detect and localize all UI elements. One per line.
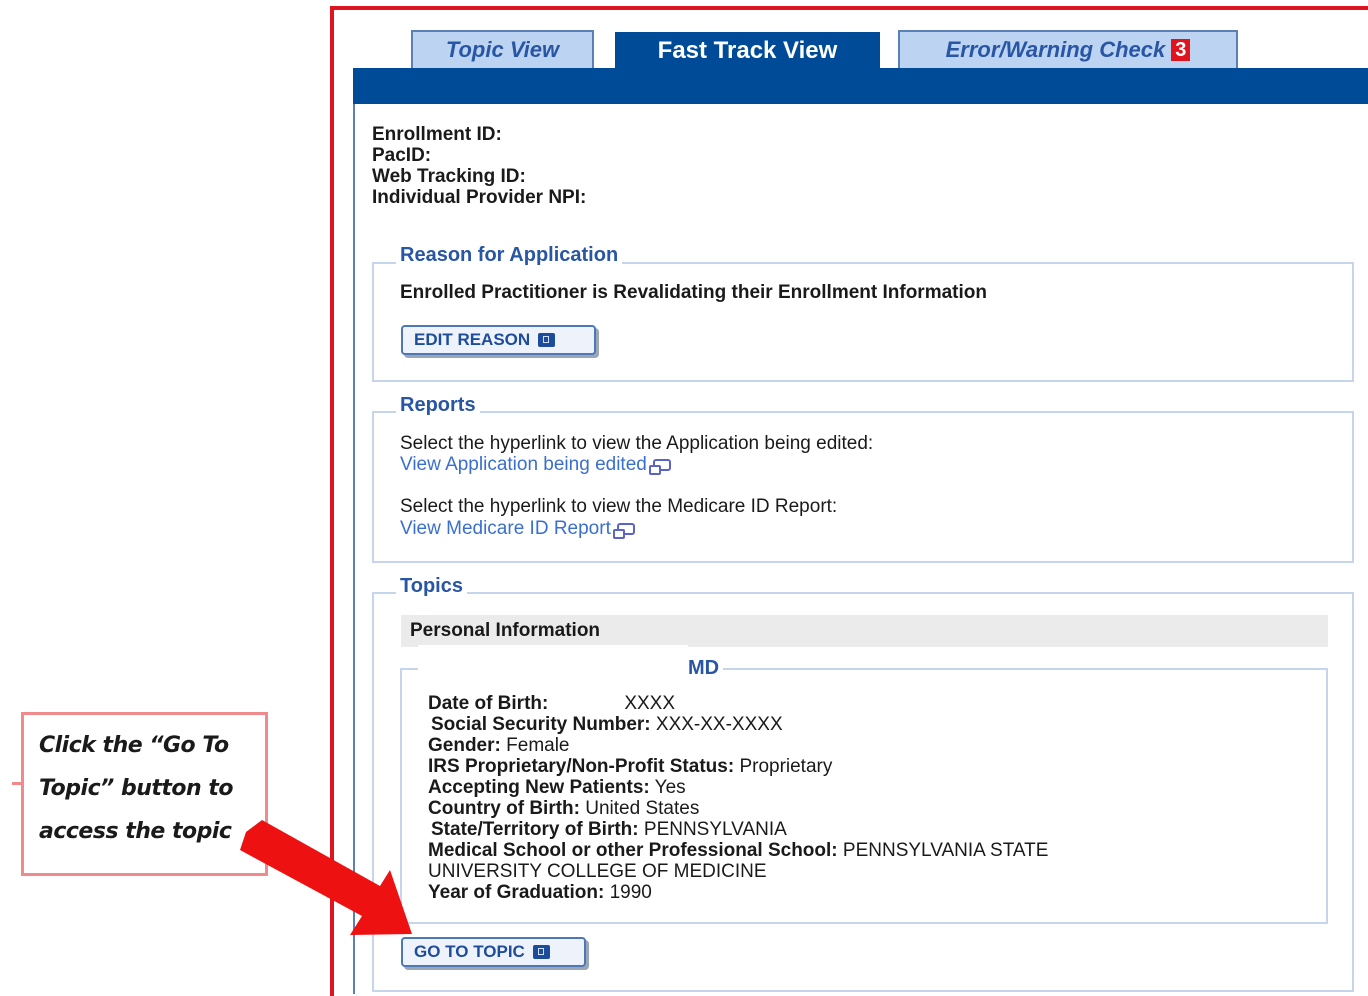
field-label: Year of Graduation: bbox=[428, 882, 605, 903]
callout-line: access the topic bbox=[39, 819, 232, 844]
arrow-icon bbox=[532, 945, 550, 959]
field-ssn: Social Security Number: XXX-XX-XXXX bbox=[431, 714, 783, 735]
field-value: UNIVERSITY COLLEGE OF MEDICINE bbox=[428, 861, 767, 882]
topics-legend: Topics bbox=[396, 575, 467, 597]
reason-legend: Reason for Application bbox=[396, 244, 623, 266]
go-to-topic-label: GO TO TOPIC bbox=[414, 942, 525, 961]
external-link-icon bbox=[648, 458, 671, 475]
field-value: Proprietary bbox=[739, 756, 833, 777]
tab-label: Fast Track View bbox=[657, 37, 838, 64]
field-label: Medical School or other Professional Sch… bbox=[428, 840, 838, 861]
field-value: Yes bbox=[654, 777, 686, 798]
view-application-link-text: View Application being edited bbox=[400, 454, 647, 475]
enrollment-id-label: Enrollment ID: bbox=[372, 124, 502, 145]
field-label: Country of Birth: bbox=[428, 798, 580, 819]
field-value: United States bbox=[585, 798, 700, 819]
edit-reason-button[interactable]: EDIT REASON bbox=[401, 325, 596, 355]
field-value: XXX-XX-XXXX bbox=[655, 714, 783, 735]
field-irs-status: IRS Proprietary/Non-Profit Status: Propr… bbox=[428, 756, 832, 777]
external-link-icon bbox=[612, 522, 635, 539]
field-value: PENNSYLVANIA bbox=[643, 819, 787, 840]
field-value: XXXX bbox=[624, 693, 676, 714]
field-date-of-birth: Date of Birth: XXXX bbox=[428, 693, 675, 714]
go-to-topic-button[interactable]: GO TO TOPIC bbox=[401, 937, 586, 967]
individual-npi-label: Individual Provider NPI: bbox=[372, 187, 587, 208]
tab-label: Topic View bbox=[445, 37, 560, 62]
tab-label: Error/Warning Check bbox=[945, 37, 1166, 62]
callout-line: Topic” button to bbox=[39, 776, 233, 801]
pac-id-label: PacID: bbox=[372, 145, 432, 166]
callout-line: Click the “Go To bbox=[39, 733, 229, 758]
md-legend: MD bbox=[684, 657, 724, 679]
reason-section bbox=[372, 262, 1354, 382]
tab-content-header-bar bbox=[353, 68, 1368, 104]
arrow-icon bbox=[538, 333, 556, 347]
field-label: Accepting New Patients: bbox=[428, 777, 650, 798]
field-label: State/Territory of Birth: bbox=[431, 819, 639, 840]
report-instruction-application: Select the hyperlink to view the Applica… bbox=[400, 433, 874, 454]
web-tracking-id-label: Web Tracking ID: bbox=[372, 166, 526, 187]
view-application-link[interactable]: View Application being edited bbox=[400, 454, 671, 476]
field-label: Social Security Number: bbox=[431, 714, 651, 735]
pointer-arrow-icon bbox=[240, 820, 412, 935]
report-instruction-medicare: Select the hyperlink to view the Medicar… bbox=[400, 496, 838, 517]
field-label: Gender: bbox=[428, 735, 501, 756]
field-label: Date of Birth: bbox=[428, 693, 549, 714]
personal-information-header: Personal Information bbox=[401, 615, 1328, 647]
field-year-of-graduation: Year of Graduation: 1990 bbox=[428, 882, 652, 903]
view-medicare-id-link-text: View Medicare ID Report bbox=[400, 518, 611, 539]
field-label: IRS Proprietary/Non-Profit Status: bbox=[428, 756, 735, 777]
field-country-of-birth: Country of Birth: United States bbox=[428, 798, 699, 819]
callout-text: Click the “Go To Topic” button to access… bbox=[39, 724, 254, 853]
field-value: 1990 bbox=[609, 882, 652, 903]
field-accepting-new-patients: Accepting New Patients: Yes bbox=[428, 777, 686, 798]
field-value: PENNSYLVANIA STATE bbox=[842, 840, 1049, 861]
field-value: Female bbox=[506, 735, 570, 756]
field-medical-school: Medical School or other Professional Sch… bbox=[428, 840, 1048, 861]
tab-fast-track-view[interactable]: Fast Track View bbox=[615, 32, 880, 70]
field-state-of-birth: State/Territory of Birth: PENNSYLVANIA bbox=[431, 819, 787, 840]
view-medicare-id-link[interactable]: View Medicare ID Report bbox=[400, 518, 635, 540]
reason-text: Enrolled Practitioner is Revalidating th… bbox=[400, 282, 987, 303]
edit-reason-label: EDIT REASON bbox=[414, 330, 531, 349]
tab-error-warning-check[interactable]: Error/Warning Check 3 bbox=[898, 30, 1238, 68]
reports-legend: Reports bbox=[396, 394, 480, 416]
field-gender: Gender: Female bbox=[428, 735, 570, 756]
tab-topic-view[interactable]: Topic View bbox=[411, 30, 594, 68]
error-count-badge: 3 bbox=[1171, 39, 1191, 61]
field-medical-school-continued: UNIVERSITY COLLEGE OF MEDICINE bbox=[428, 861, 767, 882]
md-gap bbox=[418, 645, 688, 671]
enrollment-identifiers: Enrollment ID: PacID: Web Tracking ID: I… bbox=[372, 124, 586, 208]
